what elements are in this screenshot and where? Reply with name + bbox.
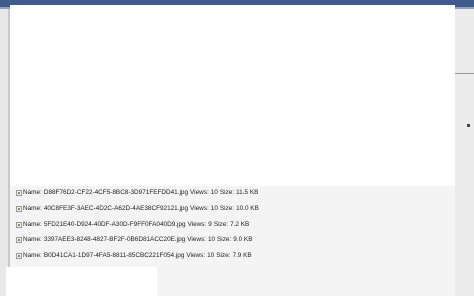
name-label: Name: <box>23 204 42 212</box>
views-label: Views: <box>190 204 209 212</box>
redacted-content-area <box>10 5 455 186</box>
size-label: Size: <box>216 252 231 259</box>
file-size: 10.0 KB <box>236 204 259 212</box>
views-label: Views: <box>186 252 206 259</box>
filename[interactable]: 5FD21E40-D924-40DF-A30D-F9FF0FA040D9.jpg <box>44 221 186 229</box>
filename[interactable]: 40C8FE3F-3AEC-4D2C-A62D-4AE38CF92121.jpg <box>44 205 188 213</box>
name-label: Name: <box>23 220 42 228</box>
views-count: 9 <box>208 220 212 228</box>
name-label: Name: <box>23 252 42 259</box>
broken-image-icon[interactable] <box>16 253 22 259</box>
attachment-list: Name: D88F76D2-CF22-4CF5-8BC8-3D971FEFDD… <box>16 186 259 264</box>
size-label: Size: <box>213 220 229 228</box>
right-panel-divider <box>455 73 474 74</box>
file-size: 7.2 KB <box>230 220 250 228</box>
broken-image-icon[interactable] <box>16 190 22 196</box>
views-label: Views: <box>190 189 209 196</box>
file-size: 9.0 KB <box>233 236 253 244</box>
filename[interactable]: B0D41CA1-1D97-4FA5-8811-85CBC221F054.jpg <box>44 252 185 260</box>
broken-image-icon[interactable] <box>16 221 22 228</box>
size-label: Size: <box>217 236 232 244</box>
list-item[interactable]: Name: 40C8FE3F-3AEC-4D2C-A62D-4AE38CF921… <box>16 202 259 216</box>
views-count: 10 <box>210 204 218 212</box>
size-label: Size: <box>219 189 235 196</box>
views-count: 10 <box>207 252 215 259</box>
list-item[interactable]: Name: B0D41CA1-1D97-4FA5-8811-85CBC221F0… <box>16 249 259 263</box>
right-panel-marker <box>467 124 470 127</box>
list-item[interactable]: Name: D88F76D2-CF22-4CF5-8BC8-3D971FEFDD… <box>16 186 259 200</box>
views-count: 10 <box>207 236 216 244</box>
list-item[interactable]: Name: 5FD21E40-D924-40DF-A30D-F9FF0FA040… <box>16 218 259 232</box>
size-label: Size: <box>219 204 235 212</box>
name-label: Name: <box>23 236 42 244</box>
file-size: 11.5 KB <box>236 189 259 196</box>
file-size: 7.9 KB <box>232 252 252 259</box>
left-margin <box>0 9 8 296</box>
redacted-footer-area <box>6 267 157 296</box>
filename[interactable]: 3397AEE3-8248-4827-BF2F-0B6D81ACC20E.jpg <box>44 236 185 244</box>
views-label: Views: <box>187 236 206 244</box>
list-item[interactable]: Name: 3397AEE3-8248-4827-BF2F-0B6D81ACC2… <box>16 233 259 247</box>
name-label: Name: <box>23 189 42 196</box>
broken-image-icon[interactable] <box>16 205 22 212</box>
right-side-panel <box>455 9 474 296</box>
views-count: 10 <box>210 189 218 196</box>
views-label: Views: <box>187 220 207 228</box>
filename[interactable]: D88F76D2-CF22-4CF5-8BC8-3D971FEFDD41.jpg <box>44 189 188 197</box>
broken-image-icon[interactable] <box>16 237 22 244</box>
